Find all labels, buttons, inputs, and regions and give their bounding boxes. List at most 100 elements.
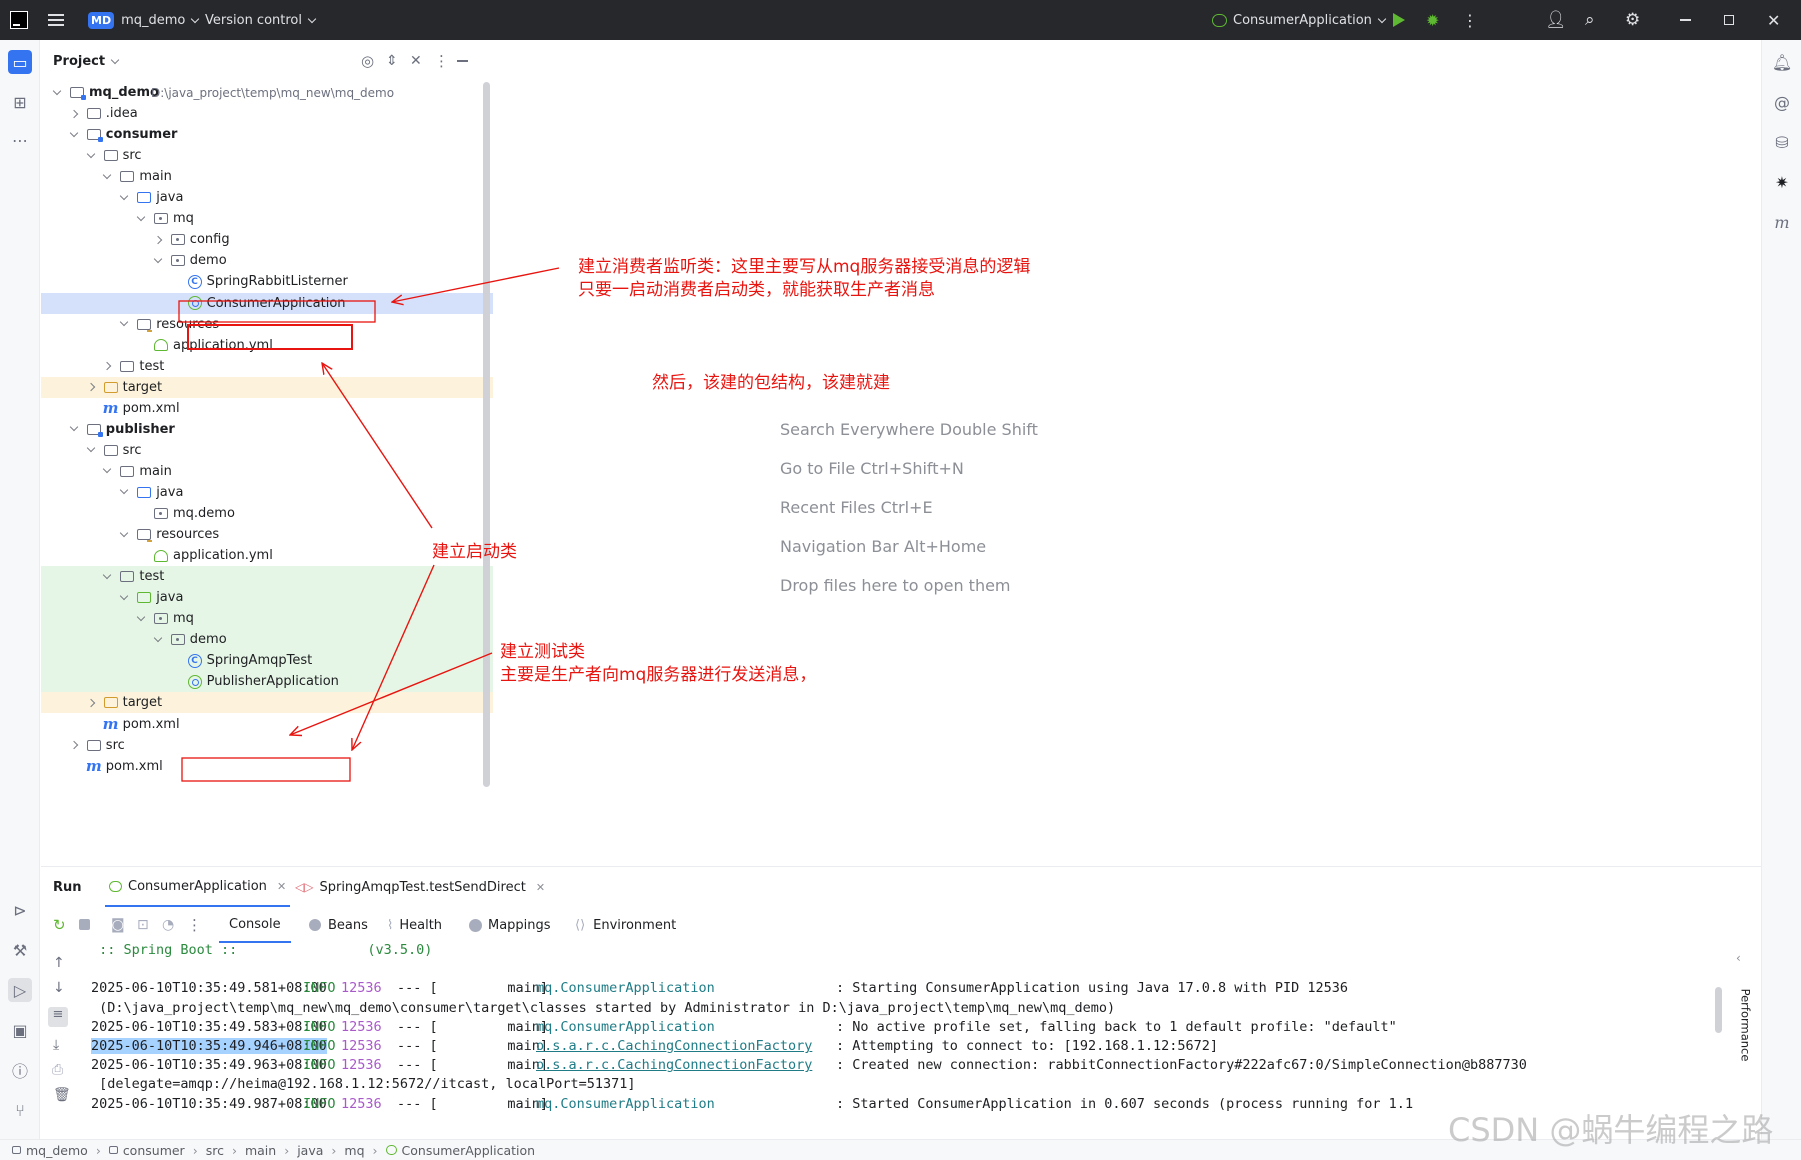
console-tab-environment[interactable]: ⟨⟩ Environment (575, 907, 676, 943)
tree-item[interactable]: java (41, 587, 493, 609)
tree-item[interactable]: src (41, 440, 493, 461)
tree-item[interactable]: main (41, 461, 493, 482)
problems-tool-button[interactable]: ⓘ (8, 1058, 32, 1082)
chevron-down-icon[interactable] (118, 187, 130, 208)
search-everywhere-button[interactable]: ⌕ (1585, 0, 1595, 40)
database-tool-button[interactable]: ⛁ (1770, 130, 1794, 154)
rerun-icon[interactable]: ↻ (53, 916, 66, 934)
close-window-button[interactable]: ✕ (1767, 0, 1780, 40)
chevron-down-icon[interactable] (101, 461, 113, 482)
chevron-right-icon[interactable] (152, 229, 164, 250)
tree-item[interactable]: java (41, 482, 493, 503)
chevron-down-icon[interactable] (51, 84, 63, 103)
tree-item[interactable]: demo (41, 250, 493, 271)
performance-side-tab[interactable]: ‹ Performance (1727, 943, 1757, 1113)
console-tab-health[interactable]: ⌇ Health (387, 907, 442, 943)
tree-item[interactable]: m pom.xml (41, 714, 493, 735)
chevron-down-icon[interactable] (85, 440, 97, 461)
tree-item[interactable]: publisher (41, 419, 493, 440)
close-icon[interactable]: ✕ (277, 880, 286, 893)
settings-button[interactable]: ⚙ (1625, 0, 1640, 40)
tree-item[interactable]: mq_demo D:\java_project\temp\mq_new\mq_de… (41, 84, 493, 103)
tree-item[interactable]: mq (41, 608, 493, 630)
chevron-down-icon[interactable] (101, 566, 113, 587)
tree-item[interactable]: test (41, 356, 493, 377)
project-tree-scrollbar[interactable] (483, 82, 490, 787)
breadcrumb-item[interactable]: src (206, 1143, 224, 1158)
stop-icon[interactable] (79, 919, 90, 930)
intellij-icon[interactable] (10, 0, 28, 40)
breadcrumb-item[interactable]: mq_demo (12, 1143, 88, 1158)
project-selector[interactable]: MD mq_demo (88, 0, 200, 40)
run-button[interactable] (1393, 0, 1405, 40)
maximize-button[interactable] (1724, 0, 1734, 40)
dump-threads-icon[interactable]: ◔ (162, 917, 174, 933)
tree-item[interactable]: application.yml (41, 545, 493, 566)
tree-item[interactable]: m pom.xml (41, 756, 493, 777)
notifications-button[interactable]: 🔔︎ (1770, 50, 1794, 74)
tree-item[interactable]: resources (41, 524, 493, 545)
tree-item[interactable]: application.yml (41, 335, 493, 356)
chevron-right-icon[interactable] (85, 377, 97, 398)
more-tools-button[interactable]: ⋯ (8, 128, 32, 152)
debug-button[interactable]: ✹ (1426, 0, 1439, 40)
tree-item[interactable]: config (41, 229, 493, 250)
structure-tool-button[interactable]: ⊞ (8, 90, 32, 114)
tree-item[interactable]: consumer (41, 124, 493, 145)
tree-item[interactable]: C SpringAmqpTest (41, 650, 493, 672)
tree-item[interactable]: mq.demo (41, 503, 493, 524)
options-icon[interactable]: ⋮ (434, 52, 449, 70)
tree-item[interactable]: src (41, 735, 493, 756)
chevron-down-icon[interactable] (68, 419, 80, 440)
project-panel-title[interactable]: Project (53, 54, 105, 69)
print-icon[interactable]: ⎙ (52, 1062, 63, 1078)
chevron-down-icon[interactable] (118, 587, 130, 608)
run-tool-button[interactable]: ▷ (8, 978, 32, 1002)
vcs-widget[interactable]: Version control (205, 0, 317, 40)
services-tool-button[interactable]: ⊳ (8, 898, 32, 922)
restore-layout-icon[interactable]: ⊡ (137, 917, 149, 933)
breadcrumb-item[interactable]: ConsumerApplication (385, 1143, 535, 1158)
more-vertical-icon[interactable]: ⋮ (187, 916, 202, 934)
chevron-right-icon[interactable] (68, 103, 80, 124)
chevron-down-icon[interactable] (85, 145, 97, 166)
build-tool-button[interactable]: ⚒ (8, 938, 32, 962)
tree-item[interactable]: mq (41, 208, 493, 229)
tree-item[interactable]: .idea (41, 103, 493, 124)
breadcrumb-item[interactable]: main (245, 1143, 276, 1158)
trash-icon[interactable]: 🗑︎ (53, 1087, 71, 1103)
console-tab-mappings[interactable]: Mappings (469, 907, 551, 943)
main-menu-icon[interactable] (48, 0, 64, 40)
breadcrumb-item[interactable]: consumer (108, 1143, 185, 1158)
tree-item[interactable]: test (41, 566, 493, 588)
tree-item[interactable]: target (41, 376, 493, 398)
console-tab-beans[interactable]: Beans (309, 907, 368, 943)
chevron-down-icon[interactable] (118, 524, 130, 545)
console-tab-console[interactable]: Console (219, 907, 291, 943)
tree-item[interactable]: C SpringRabbitListerner (41, 271, 493, 292)
chevron-down-icon[interactable] (68, 124, 80, 145)
tree-item[interactable]: demo (41, 629, 493, 651)
scroll-up-icon[interactable]: ↑ (53, 955, 65, 971)
breadcrumb-item[interactable]: mq (344, 1143, 364, 1158)
tree-item[interactable]: PublisherApplication (41, 671, 493, 693)
camera-icon[interactable]: ◙ (111, 917, 125, 933)
tree-item[interactable]: target (41, 692, 493, 714)
chevron-right-icon[interactable] (101, 356, 113, 377)
code-with-me-button[interactable]: 👤︎ (1545, 0, 1567, 40)
chevron-down-icon[interactable] (118, 482, 130, 503)
scroll-to-end-icon[interactable]: ⤓ (53, 1037, 59, 1053)
plugin-tool-button[interactable]: ✷ (1770, 170, 1794, 194)
breadcrumb-item[interactable]: java (297, 1143, 323, 1158)
tree-item[interactable]: m pom.xml (41, 398, 493, 419)
editor-empty-area[interactable] (494, 40, 1761, 866)
run-tab-test[interactable]: ◁▷ SpringAmqpTest.testSendDirect ✕ (291, 867, 549, 907)
maven-tool-button[interactable]: m (1770, 210, 1794, 234)
minimize-button[interactable] (1680, 0, 1691, 40)
tree-item[interactable]: resources (41, 314, 493, 335)
tree-item[interactable]: ConsumerApplication (41, 292, 493, 314)
scroll-down-icon[interactable]: ↓ (53, 980, 65, 996)
tree-item[interactable]: src (41, 145, 493, 166)
hide-panel-icon[interactable] (457, 60, 468, 62)
collapse-all-icon[interactable]: ✕ (410, 53, 422, 69)
